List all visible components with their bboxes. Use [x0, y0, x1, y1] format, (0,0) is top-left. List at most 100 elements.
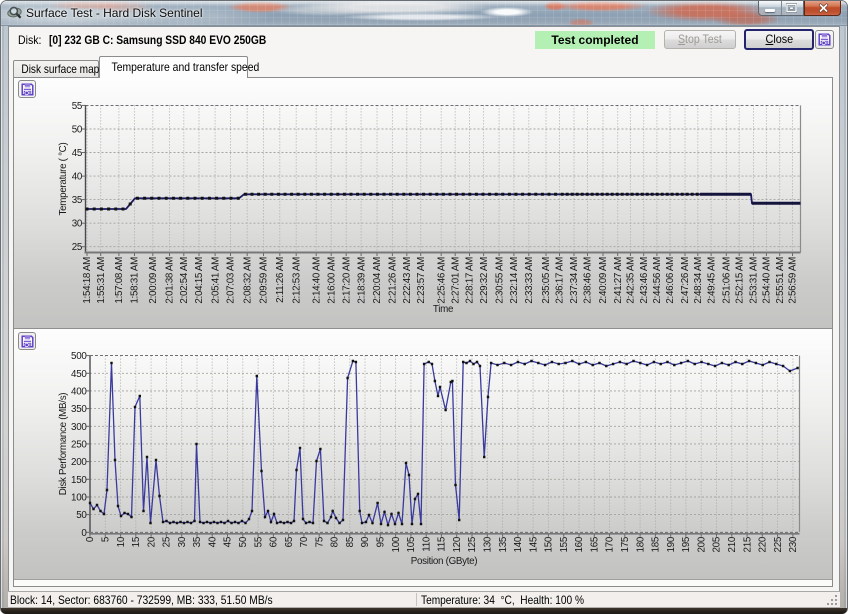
svg-text:225: 225 [773, 536, 784, 552]
svg-text:30: 30 [177, 536, 188, 547]
svg-text:2:46:06 AM: 2:46:06 AM [665, 257, 676, 304]
svg-text:155: 155 [559, 536, 570, 552]
svg-text:0: 0 [85, 536, 96, 542]
svg-text:150: 150 [71, 475, 87, 486]
svg-text:95: 95 [376, 536, 387, 547]
svg-text:170: 170 [605, 536, 616, 552]
svg-text:2:52:15 AM: 2:52:15 AM [734, 257, 745, 304]
svg-text:50: 50 [238, 536, 249, 547]
svg-text:2:05:41 AM: 2:05:41 AM [210, 257, 221, 304]
svg-text:2:29:32 AM: 2:29:32 AM [479, 257, 490, 304]
svg-text:2:53:31 AM: 2:53:31 AM [749, 257, 760, 304]
svg-text:1:55:31 AM: 1:55:31 AM [96, 257, 107, 304]
svg-text:10: 10 [116, 536, 127, 547]
svg-text:2:49:45 AM: 2:49:45 AM [706, 257, 717, 304]
svg-text:105: 105 [406, 536, 417, 552]
svg-text:190: 190 [666, 536, 677, 552]
svg-text:2:47:26 AM: 2:47:26 AM [680, 257, 691, 304]
svg-text:2:09:59 AM: 2:09:59 AM [259, 257, 270, 304]
svg-text:250: 250 [71, 439, 87, 450]
svg-text:115: 115 [437, 536, 448, 552]
svg-text:125: 125 [467, 536, 478, 552]
svg-text:50: 50 [72, 125, 83, 136]
svg-text:65: 65 [284, 536, 295, 547]
svg-text:2:48:34 AM: 2:48:34 AM [693, 257, 704, 304]
svg-text:175: 175 [620, 536, 631, 552]
svg-text:90: 90 [360, 536, 371, 547]
svg-text:145: 145 [528, 536, 539, 552]
svg-text:165: 165 [590, 536, 601, 552]
svg-text:40: 40 [72, 172, 83, 183]
svg-text:200: 200 [71, 457, 87, 468]
svg-text:2:04:15 AM: 2:04:15 AM [194, 257, 205, 304]
svg-text:185: 185 [651, 536, 662, 552]
svg-text:140: 140 [513, 536, 524, 552]
svg-text:40: 40 [207, 536, 218, 547]
svg-text:120: 120 [452, 536, 463, 552]
svg-text:2:36:17 AM: 2:36:17 AM [555, 257, 566, 304]
svg-text:80: 80 [330, 536, 341, 547]
svg-text:1:57:08 AM: 1:57:08 AM [114, 257, 125, 304]
svg-text:130: 130 [483, 536, 494, 552]
svg-text:2:42:35 AM: 2:42:35 AM [626, 257, 637, 304]
svg-text:200: 200 [696, 536, 707, 552]
svg-text:2:35:05 AM: 2:35:05 AM [541, 257, 552, 304]
svg-text:2:30:55 AM: 2:30:55 AM [494, 257, 505, 304]
svg-text:2:11:26 AM: 2:11:26 AM [275, 257, 286, 303]
svg-text:500: 500 [71, 351, 87, 362]
svg-text:50: 50 [76, 510, 87, 521]
svg-text:45: 45 [223, 536, 234, 547]
svg-text:2:22:43 AM: 2:22:43 AM [402, 257, 413, 304]
svg-text:160: 160 [574, 536, 585, 552]
svg-text:35: 35 [192, 536, 203, 547]
svg-text:2:37:34 AM: 2:37:34 AM [569, 257, 580, 304]
svg-text:2:14:40 AM: 2:14:40 AM [311, 257, 322, 304]
svg-text:2:21:26 AM: 2:21:26 AM [388, 257, 399, 304]
svg-text:2:25:46 AM: 2:25:46 AM [436, 257, 447, 304]
svg-text:2:56:59 AM: 2:56:59 AM [788, 257, 799, 304]
svg-text:450: 450 [71, 369, 87, 380]
svg-text:2:44:56 AM: 2:44:56 AM [652, 257, 663, 304]
svg-text:2:08:32 AM: 2:08:32 AM [242, 257, 253, 304]
svg-text:110: 110 [421, 536, 432, 552]
svg-text:2:07:03 AM: 2:07:03 AM [226, 257, 237, 304]
svg-text:230: 230 [788, 536, 799, 552]
svg-text:2:16:00 AM: 2:16:00 AM [326, 257, 337, 304]
svg-text:2:51:06 AM: 2:51:06 AM [722, 257, 733, 304]
svg-text:2:41:27 AM: 2:41:27 AM [613, 257, 624, 304]
svg-text:2:12:53 AM: 2:12:53 AM [291, 257, 302, 304]
svg-text:2:02:54 AM: 2:02:54 AM [179, 257, 190, 304]
svg-text:150: 150 [544, 536, 555, 552]
svg-text:2:01:38 AM: 2:01:38 AM [165, 257, 176, 304]
svg-text:Time: Time [433, 304, 454, 315]
svg-text:400: 400 [71, 386, 87, 397]
svg-text:100: 100 [71, 493, 87, 504]
svg-text:2:54:40 AM: 2:54:40 AM [762, 257, 773, 304]
svg-text:20: 20 [146, 536, 157, 547]
svg-text:70: 70 [299, 536, 310, 547]
svg-text:2:38:46 AM: 2:38:46 AM [583, 257, 594, 304]
svg-text:45: 45 [72, 148, 83, 159]
svg-text:Temperature ( °C): Temperature ( °C) [58, 143, 69, 216]
svg-text:35: 35 [72, 195, 83, 206]
svg-text:1:58:31 AM: 1:58:31 AM [130, 257, 141, 304]
svg-text:2:17:20 AM: 2:17:20 AM [341, 257, 352, 304]
svg-text:1:54:18 AM: 1:54:18 AM [82, 257, 93, 304]
svg-text:2:23:57 AM: 2:23:57 AM [416, 257, 427, 304]
svg-text:15: 15 [131, 536, 142, 547]
svg-text:300: 300 [71, 422, 87, 433]
svg-text:30: 30 [72, 219, 83, 230]
svg-text:2:43:46 AM: 2:43:46 AM [639, 257, 650, 304]
svg-text:2:18:39 AM: 2:18:39 AM [356, 257, 367, 304]
svg-text:85: 85 [345, 536, 356, 547]
svg-text:75: 75 [314, 536, 325, 547]
svg-text:2:33:33 AM: 2:33:33 AM [524, 257, 535, 304]
svg-text:210: 210 [727, 536, 738, 552]
svg-text:55: 55 [253, 536, 264, 547]
svg-text:60: 60 [269, 536, 280, 547]
svg-text:350: 350 [71, 404, 87, 415]
svg-text:Disk Performance (MB/s): Disk Performance (MB/s) [58, 393, 69, 496]
svg-text:100: 100 [391, 536, 402, 552]
svg-text:195: 195 [681, 536, 692, 552]
svg-text:5: 5 [101, 536, 112, 542]
